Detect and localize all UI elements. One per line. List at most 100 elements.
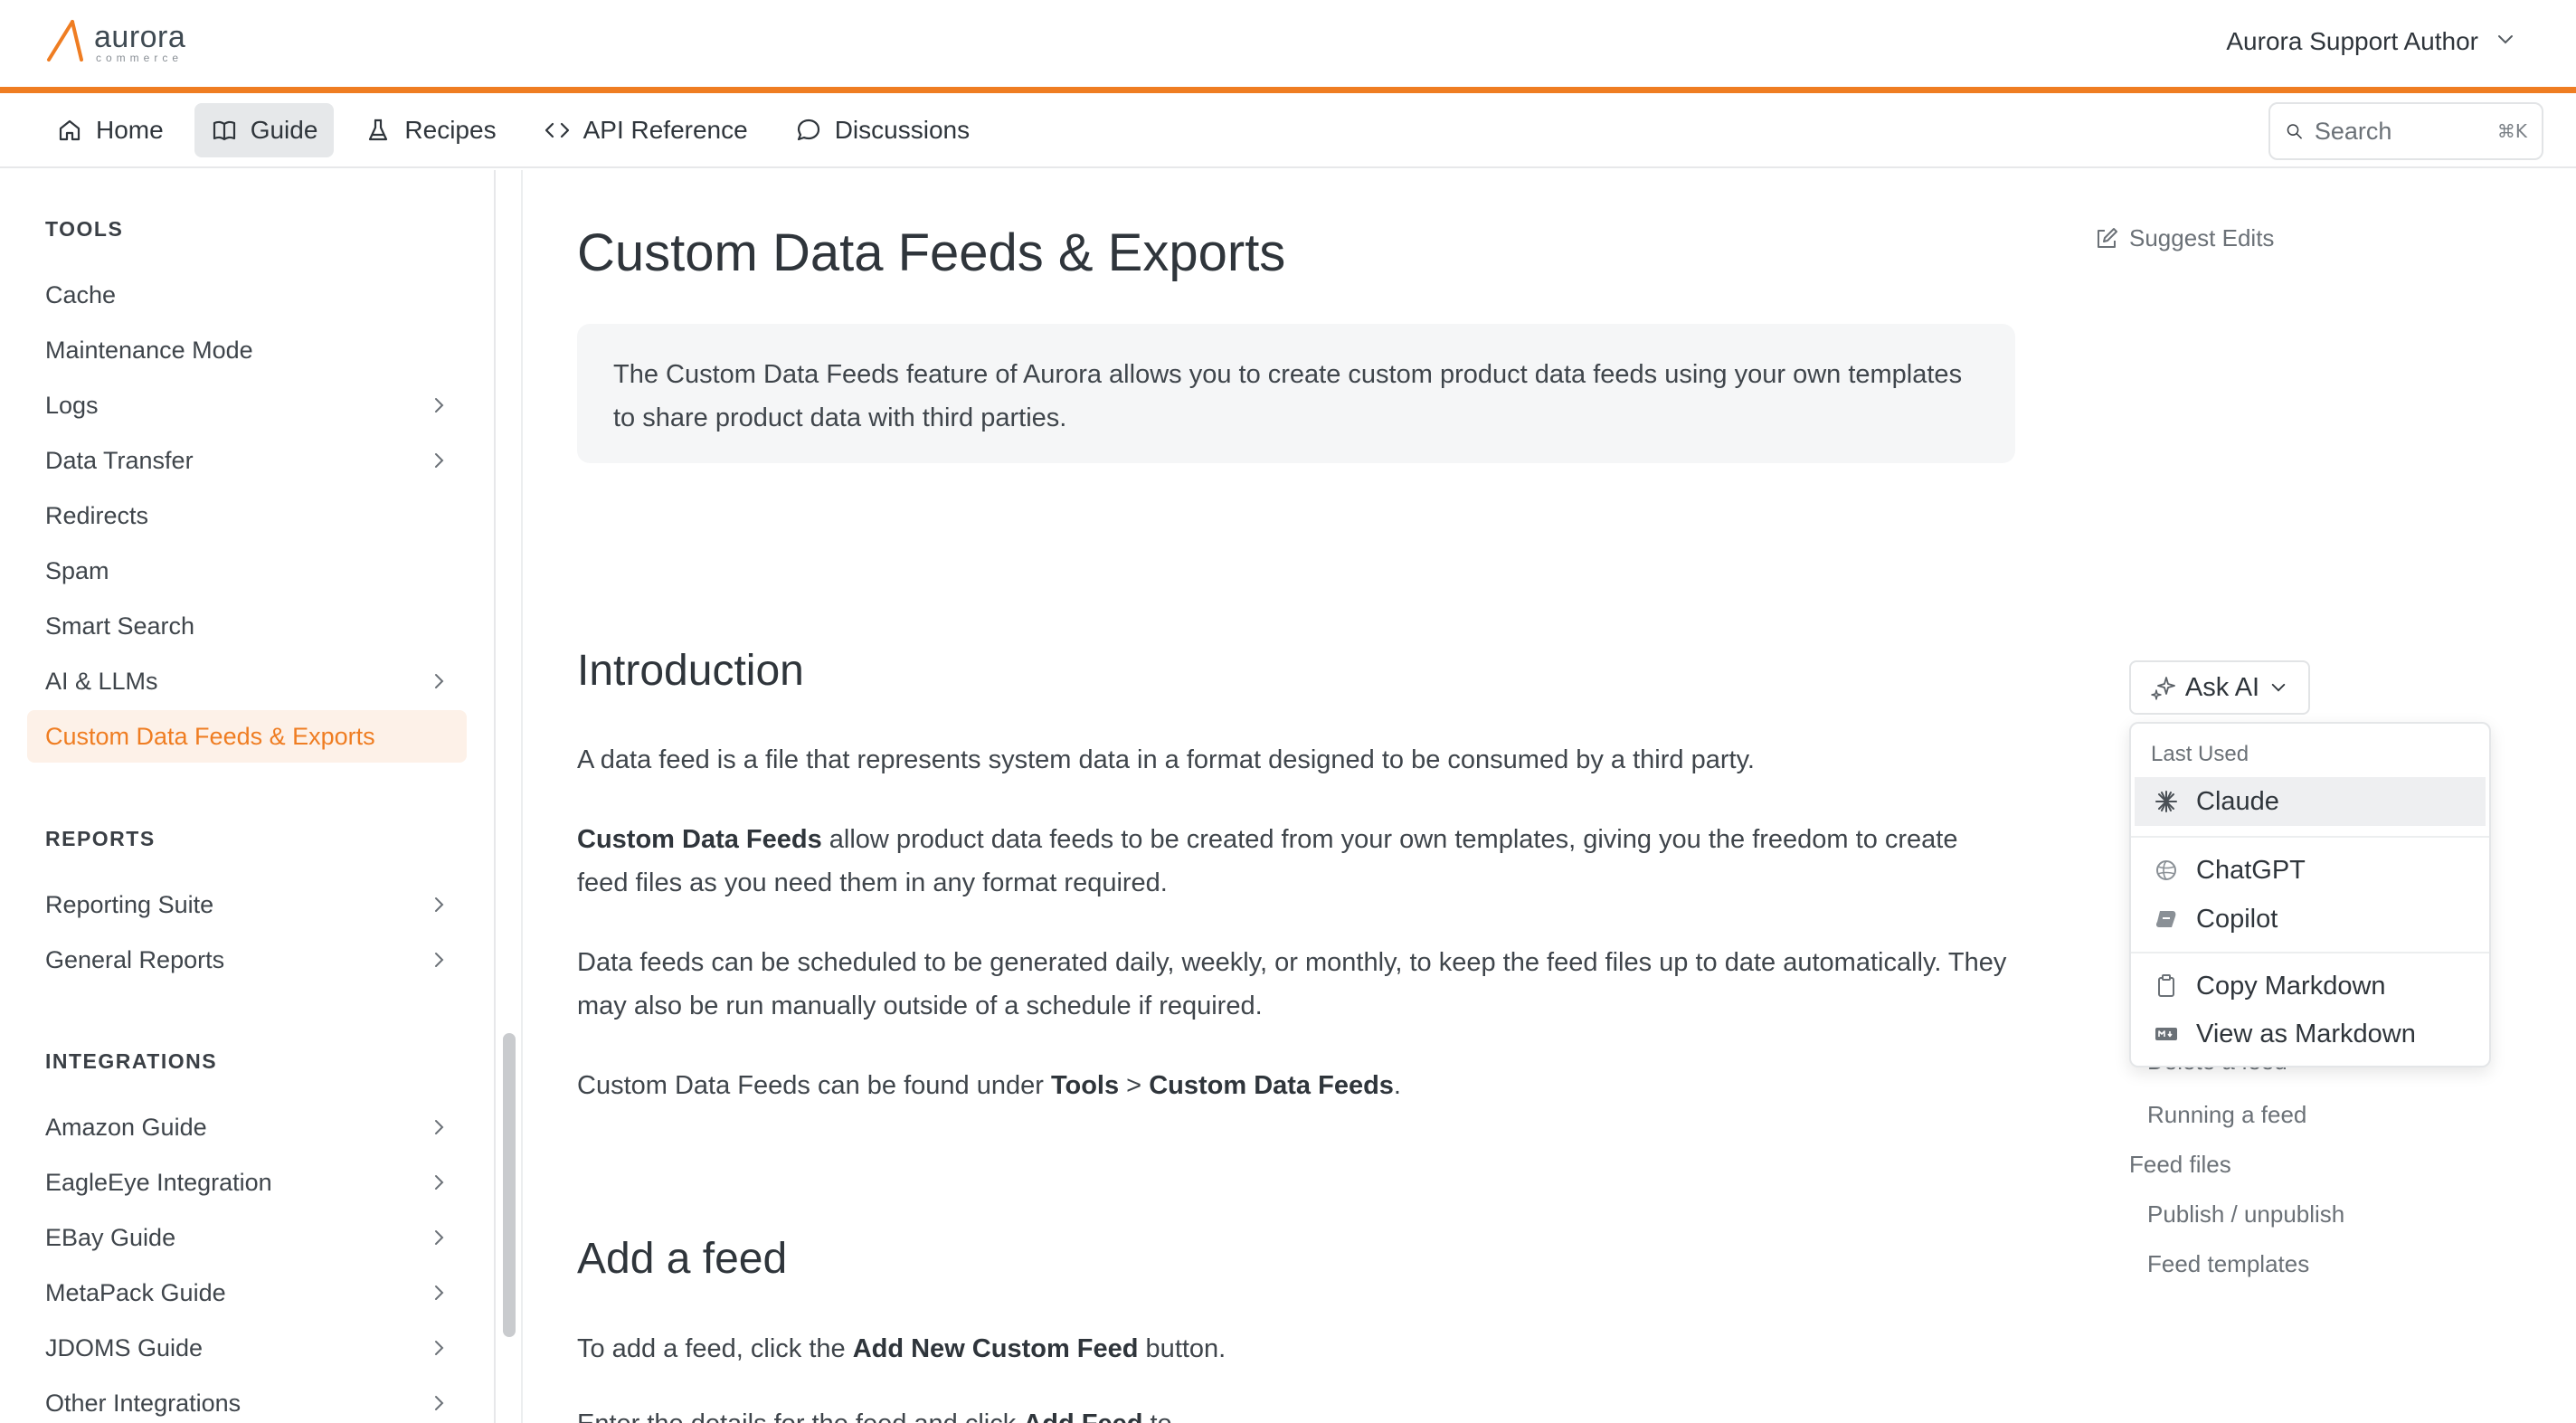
- book-icon: [213, 120, 235, 141]
- brand-name: aurora: [94, 20, 186, 54]
- chevron-right-icon[interactable]: [429, 950, 449, 970]
- code-icon: [545, 122, 569, 138]
- top-bar: aurora commerce Aurora Support Author: [0, 0, 2576, 87]
- nav-discussions[interactable]: Discussions: [779, 103, 986, 157]
- sidebar-item-label: MetaPack Guide: [45, 1278, 226, 1306]
- search-icon: [2287, 124, 2302, 139]
- sidebar-item-label: EagleEye Integration: [45, 1168, 272, 1196]
- sidebar-item-label: Cache: [45, 280, 117, 308]
- brand-tagline: commerce: [96, 52, 184, 64]
- ask-ai-dropdown: Last Used Claude ChatGPT Copilot Copy Ma…: [2129, 722, 2491, 1067]
- intro-paragraph-3: Data feeds can be scheduled to be genera…: [577, 948, 2007, 1020]
- sidebar-section-reports: REPORTS: [45, 827, 156, 850]
- add-feed-paragraph-2: Enter the details for the feed and click…: [577, 1402, 2015, 1423]
- toc-item-feed-files[interactable]: Feed files: [2129, 1151, 2231, 1179]
- menu-item-view-as-markdown[interactable]: View as Markdown: [2135, 1010, 2486, 1058]
- chevron-right-icon[interactable]: [429, 451, 449, 470]
- sidebar-item-label: AI & LLMs: [45, 667, 158, 695]
- heading-add-a-feed: Add a feed: [577, 1235, 788, 1283]
- search-box[interactable]: ⌘K: [2268, 102, 2543, 160]
- sidebar-item-ebay-guide[interactable]: EBay Guide: [27, 1211, 467, 1264]
- ask-ai-button[interactable]: Ask AI: [2129, 660, 2310, 715]
- intro-paragraph-2: Custom Data Feeds allow product data fee…: [577, 818, 2015, 905]
- toc-item-feed-templates[interactable]: Feed templates: [2147, 1250, 2309, 1278]
- sidebar-item-cache[interactable]: Cache: [27, 269, 467, 321]
- suggest-edits-link[interactable]: Suggest Edits: [2093, 224, 2274, 252]
- sidebar-item-smart-search[interactable]: Smart Search: [27, 600, 467, 652]
- sidebar-item-data-transfer[interactable]: Data Transfer: [27, 434, 467, 487]
- sidebar-item-other-integrations[interactable]: Other Integrations: [27, 1377, 467, 1423]
- nav-home[interactable]: Home: [40, 103, 180, 157]
- intro-p4-pre: Custom Data Feeds can be found under: [577, 1071, 1051, 1100]
- sparkle-icon: [2151, 677, 2175, 700]
- chevron-right-icon[interactable]: [429, 1283, 449, 1303]
- sidebar-item-label: Custom Data Feeds & Exports: [45, 722, 375, 750]
- nav-recipes-label: Recipes: [404, 116, 497, 144]
- ask-ai-label: Ask AI: [2184, 672, 2260, 702]
- chevron-down-icon: [2495, 27, 2516, 56]
- add-feed-p1-bold: Add New Custom Feed: [852, 1334, 1139, 1363]
- heading-introduction: Introduction: [577, 647, 804, 695]
- brand-logo[interactable]: aurora commerce: [45, 18, 185, 65]
- sidebar-item-label: Maintenance Mode: [45, 336, 253, 364]
- chevron-right-icon[interactable]: [429, 671, 449, 691]
- user-menu[interactable]: Aurora Support Author: [2226, 27, 2516, 56]
- sidebar-section-integrations: INTEGRATIONS: [45, 1049, 218, 1073]
- chevron-right-icon[interactable]: [429, 1228, 449, 1247]
- dropdown-divider: [2131, 952, 2489, 953]
- sidebar-item-reporting-suite[interactable]: Reporting Suite: [27, 878, 467, 931]
- sidebar-item-redirects[interactable]: Redirects: [27, 489, 467, 542]
- sidebar-item-metapack-guide[interactable]: MetaPack Guide: [27, 1266, 467, 1319]
- sidebar-item-custom-data-feeds[interactable]: Custom Data Feeds & Exports: [27, 710, 467, 763]
- sidebar-item-label: Other Integrations: [45, 1389, 242, 1417]
- menu-item-label: Claude: [2196, 786, 2279, 816]
- page-title: Custom Data Feeds & Exports: [577, 223, 1286, 282]
- chevron-right-icon[interactable]: [429, 1172, 449, 1192]
- chevron-right-icon[interactable]: [429, 1393, 449, 1413]
- sidebar-item-label: JDOMS Guide: [45, 1333, 204, 1361]
- add-feed-p1-end: button.: [1138, 1334, 1226, 1363]
- toc-item-running-a-feed[interactable]: Running a feed: [2147, 1101, 2306, 1129]
- sidebar-item-label: Spam: [45, 556, 109, 584]
- menu-item-copilot[interactable]: Copilot: [2135, 895, 2486, 944]
- flask-icon: [369, 119, 388, 141]
- sidebar-item-general-reports[interactable]: General Reports: [27, 934, 467, 986]
- add-feed-p2-pre: Enter the details for the feed and click: [577, 1409, 1023, 1423]
- sidebar-item-spam[interactable]: Spam: [27, 545, 467, 597]
- sidebar-item-eagleeye-integration[interactable]: EagleEye Integration: [27, 1156, 467, 1209]
- sidebar-item-label: EBay Guide: [45, 1223, 176, 1251]
- sidebar-item-ai-llms[interactable]: AI & LLMs: [27, 655, 467, 707]
- add-feed-p2-bold: Add Feed: [1023, 1409, 1142, 1423]
- menu-item-copy-markdown[interactable]: Copy Markdown: [2135, 962, 2486, 1010]
- chevron-right-icon[interactable]: [429, 395, 449, 415]
- intro-paragraph-1: A data feed is a file that represents sy…: [577, 745, 1755, 774]
- nav-api-reference-label: API Reference: [582, 116, 748, 144]
- chevron-right-icon[interactable]: [429, 1117, 449, 1137]
- nav-guide-label: Guide: [250, 116, 318, 144]
- menu-item-claude[interactable]: Claude: [2135, 777, 2486, 826]
- content-divider: [521, 170, 523, 1423]
- search-input[interactable]: [2314, 117, 2486, 146]
- intro-p4-sep: >: [1119, 1071, 1150, 1100]
- dropdown-divider: [2131, 836, 2489, 838]
- chevron-right-icon[interactable]: [429, 1338, 449, 1358]
- home-icon: [59, 119, 80, 141]
- menu-item-label: Copilot: [2196, 904, 2278, 934]
- sidebar-scrollbar-thumb[interactable]: [503, 1033, 516, 1337]
- sidebar-item-jdoms-guide[interactable]: JDOMS Guide: [27, 1322, 467, 1374]
- nav-guide[interactable]: Guide: [194, 103, 335, 157]
- sidebar-item-maintenance-mode[interactable]: Maintenance Mode: [27, 324, 467, 376]
- chevron-right-icon[interactable]: [429, 895, 449, 915]
- toc-item-publish-unpublish[interactable]: Publish / unpublish: [2147, 1200, 2344, 1229]
- nav-api-reference[interactable]: API Reference: [527, 103, 764, 157]
- nav-recipes[interactable]: Recipes: [348, 103, 512, 157]
- sidebar-item-amazon-guide[interactable]: Amazon Guide: [27, 1101, 467, 1153]
- sidebar-item-logs[interactable]: Logs: [27, 379, 467, 432]
- markdown-icon: [2155, 1028, 2177, 1040]
- menu-item-chatgpt[interactable]: ChatGPT: [2135, 846, 2486, 895]
- nav-home-label: Home: [96, 116, 164, 144]
- aurora-logo-icon: [47, 20, 83, 62]
- menu-item-label: Copy Markdown: [2196, 971, 2386, 1001]
- sidebar-item-label: Reporting Suite: [45, 890, 214, 918]
- user-name: Aurora Support Author: [2226, 27, 2478, 55]
